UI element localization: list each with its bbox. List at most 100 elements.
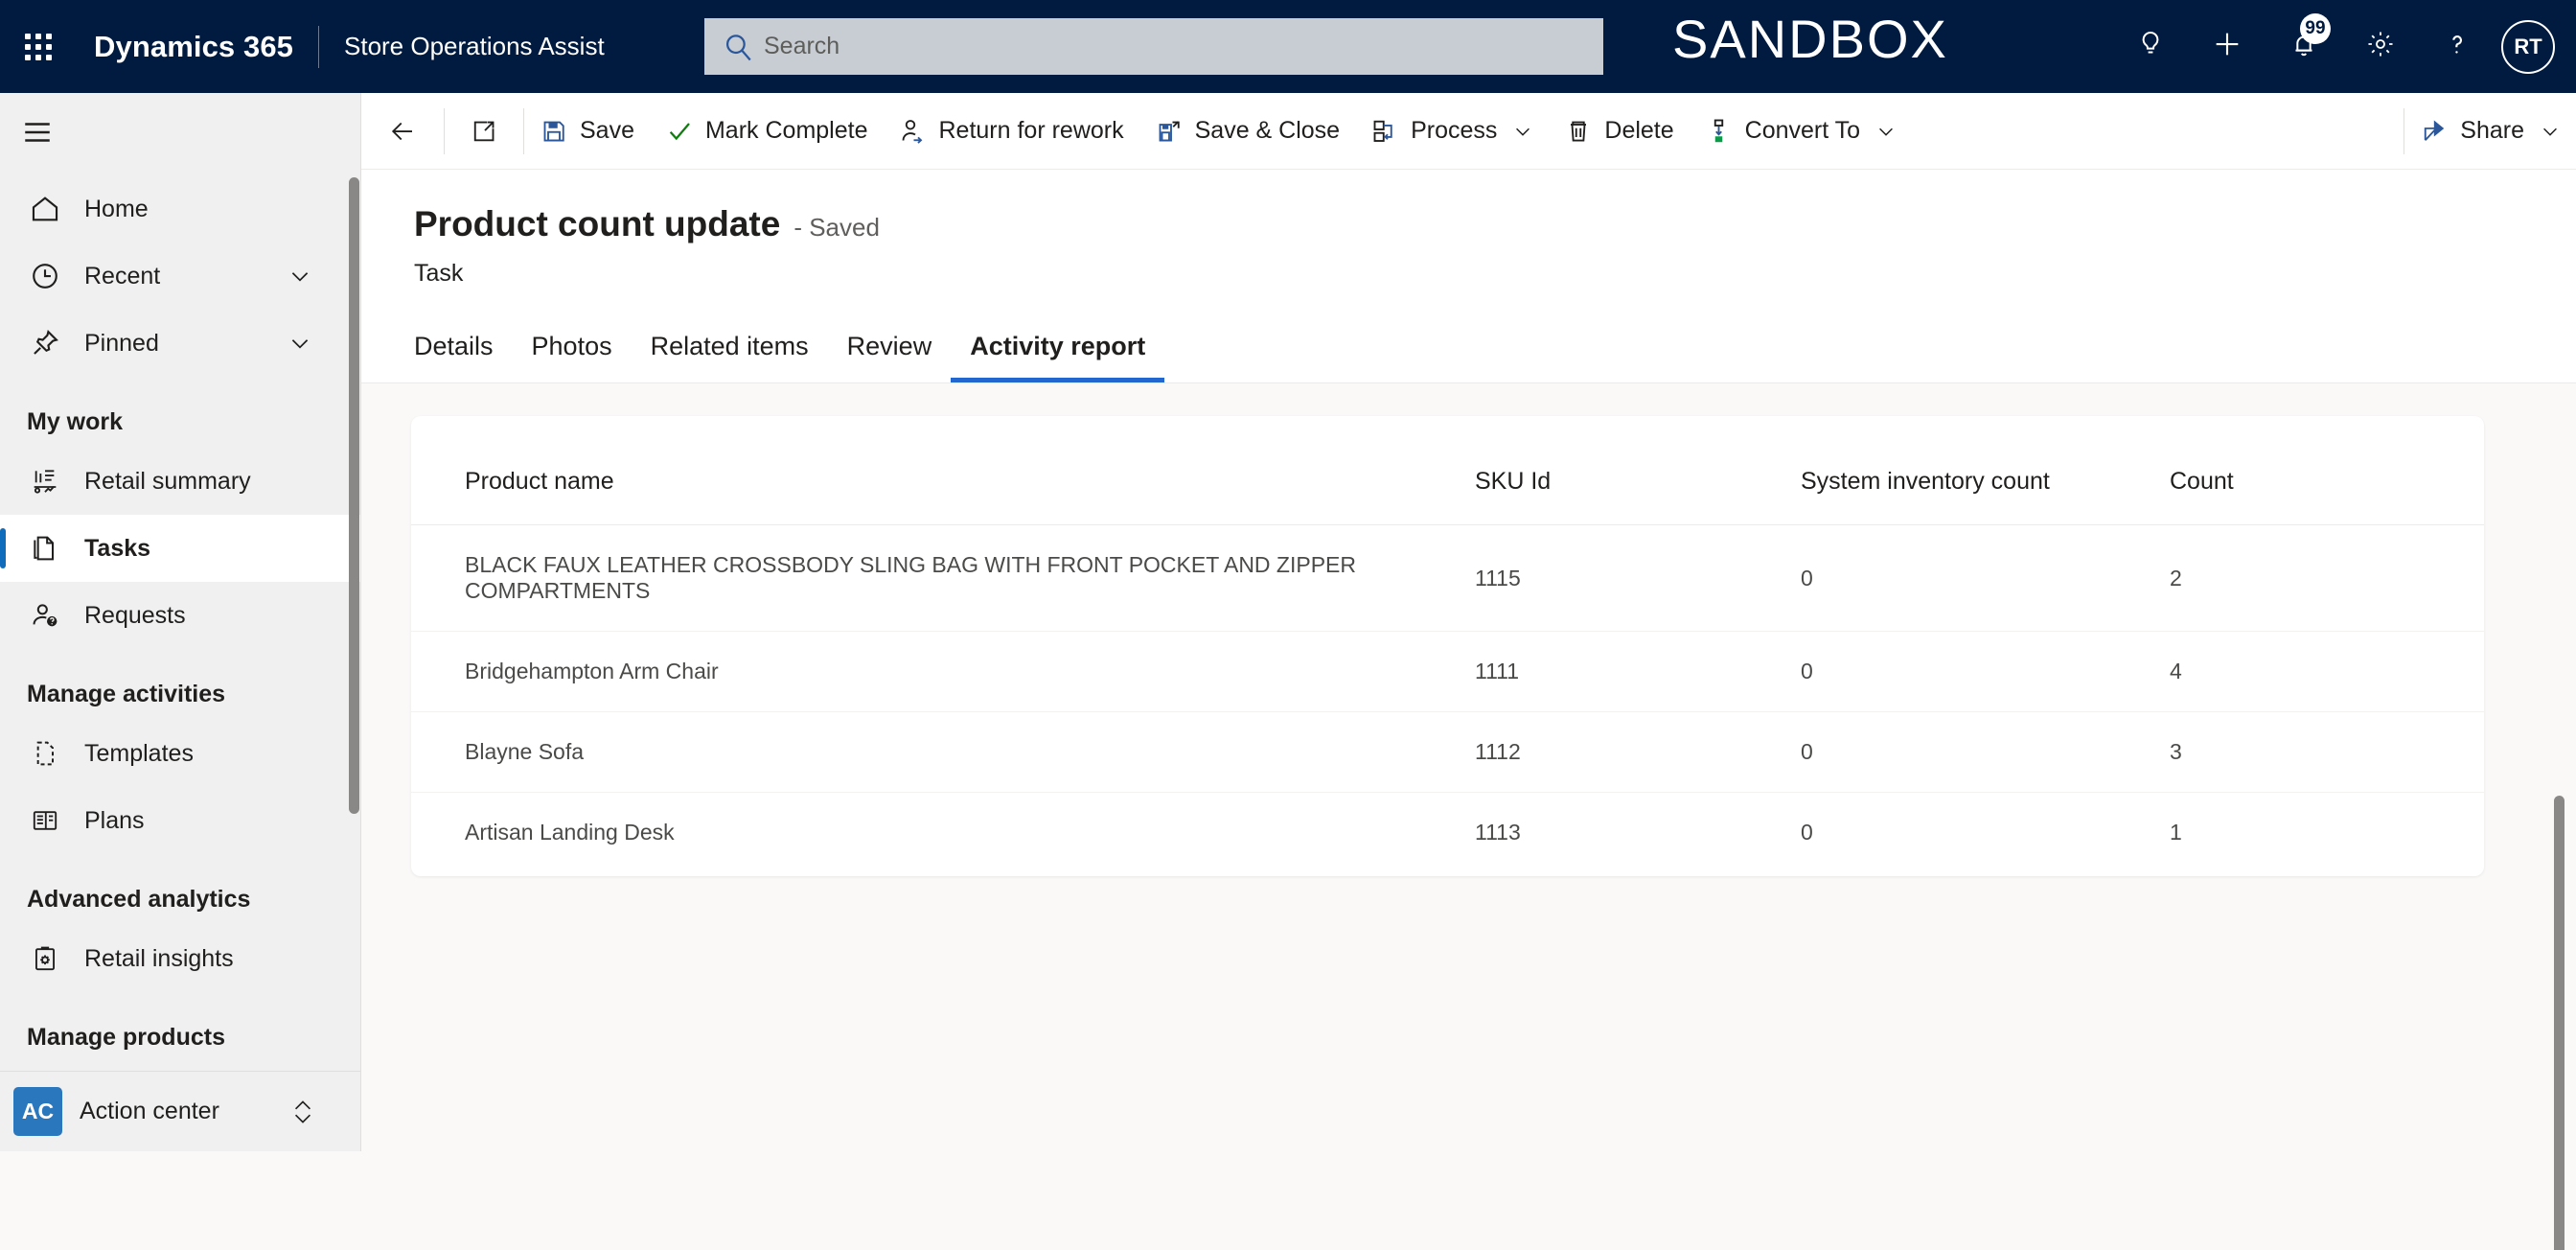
share-button[interactable]: Share (2404, 93, 2576, 170)
back-button[interactable] (361, 93, 444, 170)
back-arrow-icon (388, 117, 417, 146)
delete-label: Delete (1604, 117, 1674, 144)
process-label: Process (1411, 117, 1498, 144)
mark-complete-button[interactable]: Mark Complete (650, 93, 884, 170)
sidebar-item-label: Home (84, 195, 149, 222)
sidebar-item-tasks[interactable]: Tasks (0, 515, 360, 582)
sidebar-item-home[interactable]: Home (0, 175, 360, 243)
header-divider (318, 25, 319, 68)
quick-create-button[interactable] (2189, 0, 2266, 93)
sidebar: Home Recent Pinned My work Retail summar… (0, 93, 361, 1151)
brand-title[interactable]: Dynamics 365 (94, 30, 293, 64)
cell-system-inventory-count: 0 (1801, 524, 2170, 632)
tab-activity-report[interactable]: Activity report (951, 332, 1165, 382)
tab-details[interactable]: Details (414, 332, 513, 382)
sidebar-item-plans[interactable]: Plans (0, 787, 360, 854)
checkmark-icon (665, 117, 694, 146)
help-button[interactable] (2419, 0, 2496, 93)
save-and-close-button[interactable]: Save & Close (1139, 93, 1355, 170)
record-entity-type: Task (414, 260, 464, 287)
cell-sku-id: 1115 (1475, 524, 1801, 632)
sidebar-group-manage-products: Manage products (27, 1024, 225, 1051)
cell-product-name: Artisan Landing Desk (465, 820, 675, 845)
lightbulb-button[interactable] (2112, 0, 2189, 93)
chevron-up-down-icon[interactable] (290, 1096, 315, 1128)
tab-related-items[interactable]: Related items (632, 332, 828, 382)
sidebar-scrollbar[interactable] (349, 177, 359, 814)
main-scrollbar[interactable] (2554, 796, 2564, 1250)
sidebar-item-pinned[interactable]: Pinned (0, 310, 360, 377)
app-launcher-button[interactable] (0, 0, 77, 93)
cell-system-inventory-count: 0 (1801, 631, 2170, 712)
column-header-product-name[interactable]: Product name (411, 416, 1475, 525)
cell-count: 1 (2170, 820, 2182, 845)
chevron-down-icon[interactable] (288, 264, 312, 289)
sidebar-item-retail-insights[interactable]: Retail insights (0, 925, 360, 992)
home-icon (27, 191, 63, 227)
notification-count-badge: 99 (2300, 13, 2331, 44)
settings-button[interactable] (2342, 0, 2419, 93)
cell-product-name: Blayne Sofa (411, 711, 1475, 793)
app-name[interactable]: Store Operations Assist (344, 32, 605, 61)
sidebar-group-my-work: My work (27, 408, 124, 435)
tab-content-canvas: Product name SKU Id System inventory cou… (361, 382, 2576, 1250)
delete-button[interactable]: Delete (1549, 93, 1689, 170)
lightbulb-icon (2135, 29, 2166, 64)
command-bar-right: Share (2404, 93, 2576, 170)
convert-to-label: Convert To (1744, 117, 1861, 144)
convert-to-button[interactable]: Convert To (1690, 93, 1912, 170)
sidebar-item-retail-summary[interactable]: Retail summary (0, 448, 360, 515)
tab-photos[interactable]: Photos (513, 332, 632, 382)
sidebar-item-recent[interactable]: Recent (0, 243, 360, 310)
search-icon (722, 31, 754, 63)
chevron-down-icon[interactable] (1875, 121, 1897, 142)
plans-grid-icon (27, 802, 63, 839)
tab-review[interactable]: Review (828, 332, 952, 382)
share-label: Share (2460, 117, 2524, 144)
sidebar-toggle-button[interactable] (0, 93, 360, 175)
trash-icon (1564, 117, 1593, 146)
convert-to-icon (1705, 117, 1734, 146)
process-button[interactable]: Process (1355, 93, 1549, 170)
cell-sku-id: 1113 (1475, 820, 1521, 845)
page-title: Product count update - Saved (414, 204, 880, 244)
chevron-down-icon[interactable] (288, 331, 312, 356)
action-center-button[interactable]: AC Action center (0, 1071, 360, 1151)
sidebar-item-templates[interactable]: Templates (0, 720, 360, 787)
sidebar-item-requests[interactable]: Requests (0, 582, 360, 649)
search-box[interactable] (704, 18, 1603, 75)
table-header: Product name SKU Id System inventory cou… (411, 416, 2484, 525)
column-header-count[interactable]: Count (2170, 416, 2484, 525)
notifications-button[interactable]: 99 (2266, 0, 2342, 93)
search-input[interactable] (764, 33, 1586, 60)
save-button[interactable]: Save (524, 93, 650, 170)
sidebar-group-advanced-analytics: Advanced analytics (27, 886, 251, 913)
cell-sku-id: 1111 (1475, 631, 1801, 712)
cell-count: 4 (2170, 631, 2484, 712)
popout-button[interactable] (445, 93, 523, 170)
sidebar-item-label: Retail insights (84, 944, 234, 972)
main-content: Product count update - Saved Task Detail… (361, 170, 2576, 1250)
column-header-sku-id[interactable]: SKU Id (1475, 416, 1801, 525)
table-row[interactable]: Bridgehampton Arm Chair 1111 0 4 (411, 631, 2484, 712)
chevron-down-icon[interactable] (2540, 121, 2561, 142)
cell-system-inventory-count: 0 (1801, 711, 2170, 793)
table-row[interactable]: Artisan Landing Desk 1113 0 1 (411, 793, 2484, 873)
sidebar-item-label: Plans (84, 806, 145, 834)
form-tabs: Details Photos Related items Review Acti… (414, 312, 1165, 382)
pin-icon (27, 325, 63, 361)
cell-product-name: BLACK FAUX LEATHER CROSSBODY SLING BAG W… (411, 524, 1475, 632)
return-for-rework-button[interactable]: Return for rework (883, 93, 1138, 170)
sidebar-item-label: Requests (84, 601, 186, 629)
save-status: - Saved (794, 213, 880, 242)
column-header-system-inventory-count[interactable]: System inventory count (1801, 416, 2170, 525)
table-row[interactable]: BLACK FAUX LEATHER CROSSBODY SLING BAG W… (411, 524, 2484, 632)
save-disk-icon (540, 117, 568, 146)
table-row[interactable]: Blayne Sofa 1112 0 3 (411, 711, 2484, 793)
user-avatar[interactable]: RT (2501, 19, 2555, 74)
activity-report-card: Product name SKU Id System inventory cou… (411, 416, 2484, 876)
sidebar-item-label: Pinned (84, 329, 159, 357)
command-bar: Save Mark Complete Return for rework Sav… (361, 93, 2576, 170)
process-flow-icon (1370, 117, 1399, 146)
chevron-down-icon[interactable] (1512, 121, 1533, 142)
